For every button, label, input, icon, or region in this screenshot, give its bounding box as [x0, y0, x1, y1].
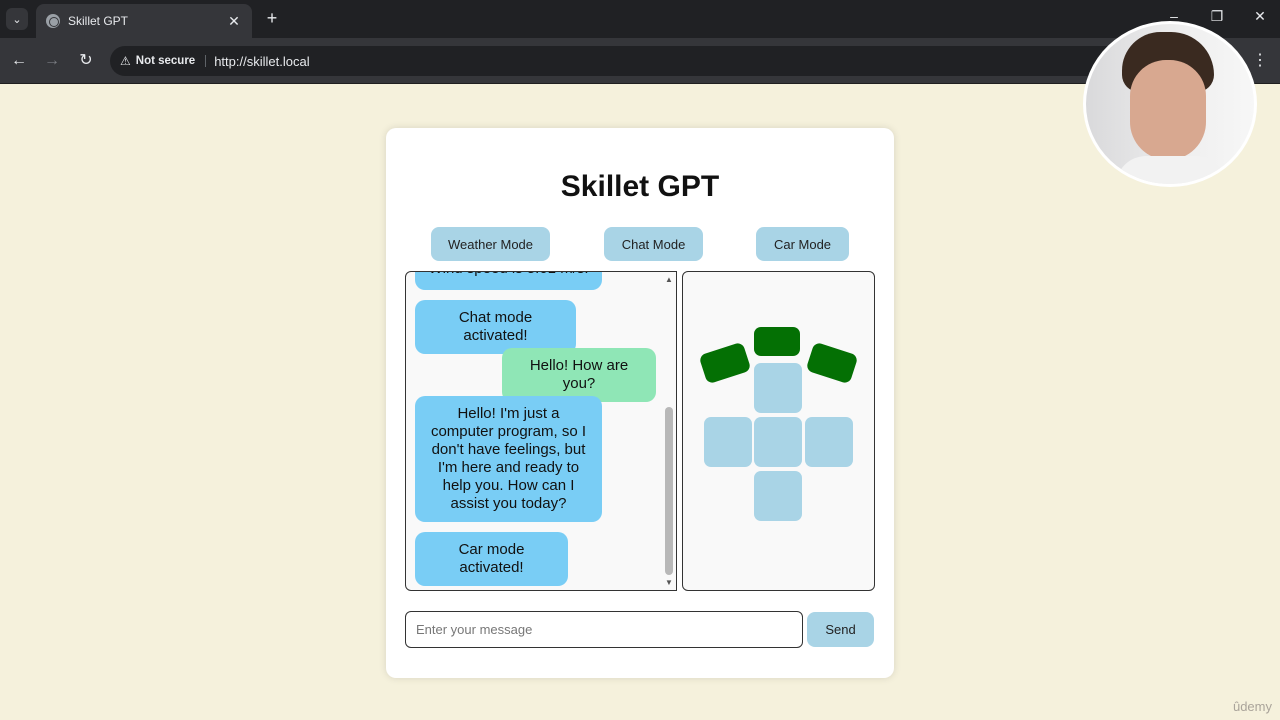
address-bar[interactable]: ⚠ Not secure http://skillet.local — [110, 46, 1170, 76]
car-right-pad — [805, 417, 853, 467]
car-forward-pad — [754, 363, 802, 413]
tab-search-button[interactable]: ⌄ — [6, 8, 28, 30]
udemy-watermark: ûdemy — [1232, 699, 1272, 714]
page-title: Skillet GPT — [560, 170, 720, 203]
car-top-light — [754, 327, 800, 356]
url-text[interactable]: http://skillet.local — [214, 54, 309, 69]
chat-message-user: Hello! How are you? — [502, 348, 656, 402]
car-mode-button[interactable]: Car Mode — [756, 227, 849, 261]
reload-button[interactable]: ↻ — [75, 50, 97, 72]
chat-message-bot: Wind speed is 5.01 m/s. — [415, 272, 602, 290]
weather-mode-button[interactable]: Weather Mode — [431, 227, 550, 261]
car-right-mirror — [805, 341, 859, 385]
car-center-pad — [754, 417, 802, 467]
security-label[interactable]: Not secure — [136, 55, 207, 67]
tab-close-icon[interactable]: ✕ — [226, 13, 242, 30]
chat-mode-button[interactable]: Chat Mode — [604, 227, 703, 261]
scroll-up-arrow-icon[interactable]: ▲ — [663, 275, 675, 284]
minimize-button[interactable]: – — [1162, 8, 1186, 24]
message-input[interactable] — [405, 611, 803, 648]
chat-message-bot: Chat mode activated! — [415, 300, 576, 354]
car-back-pad — [754, 471, 802, 521]
car-left-mirror — [698, 341, 752, 385]
chat-log[interactable]: Wind speed is 5.01 m/s. Chat mode activa… — [405, 271, 677, 591]
browser-tab[interactable]: Skillet GPT ✕ — [36, 4, 252, 38]
car-display — [682, 271, 875, 591]
chat-message-bot: Hello! I'm just a computer program, so I… — [415, 396, 602, 522]
chat-message-bot: Car mode activated! — [415, 532, 568, 586]
app-card: Skillet GPT Weather Mode Chat Mode Car M… — [386, 128, 894, 678]
close-window-button[interactable]: ✕ — [1248, 8, 1272, 25]
restore-button[interactable]: ❐ — [1205, 8, 1229, 25]
back-button[interactable]: ← — [8, 50, 30, 72]
tab-title: Skillet GPT — [68, 14, 129, 28]
scroll-thumb[interactable] — [665, 407, 673, 575]
forward-button[interactable]: → — [41, 50, 63, 72]
globe-icon — [46, 14, 60, 28]
car-left-pad — [704, 417, 752, 467]
send-button[interactable]: Send — [807, 612, 874, 647]
warning-triangle-icon[interactable]: ⚠ — [120, 54, 131, 68]
scroll-down-arrow-icon[interactable]: ▼ — [663, 578, 675, 587]
chat-scrollbar[interactable]: ▲ ▼ — [663, 273, 675, 589]
webcam-overlay — [1086, 24, 1254, 184]
new-tab-button[interactable]: + — [262, 8, 282, 28]
